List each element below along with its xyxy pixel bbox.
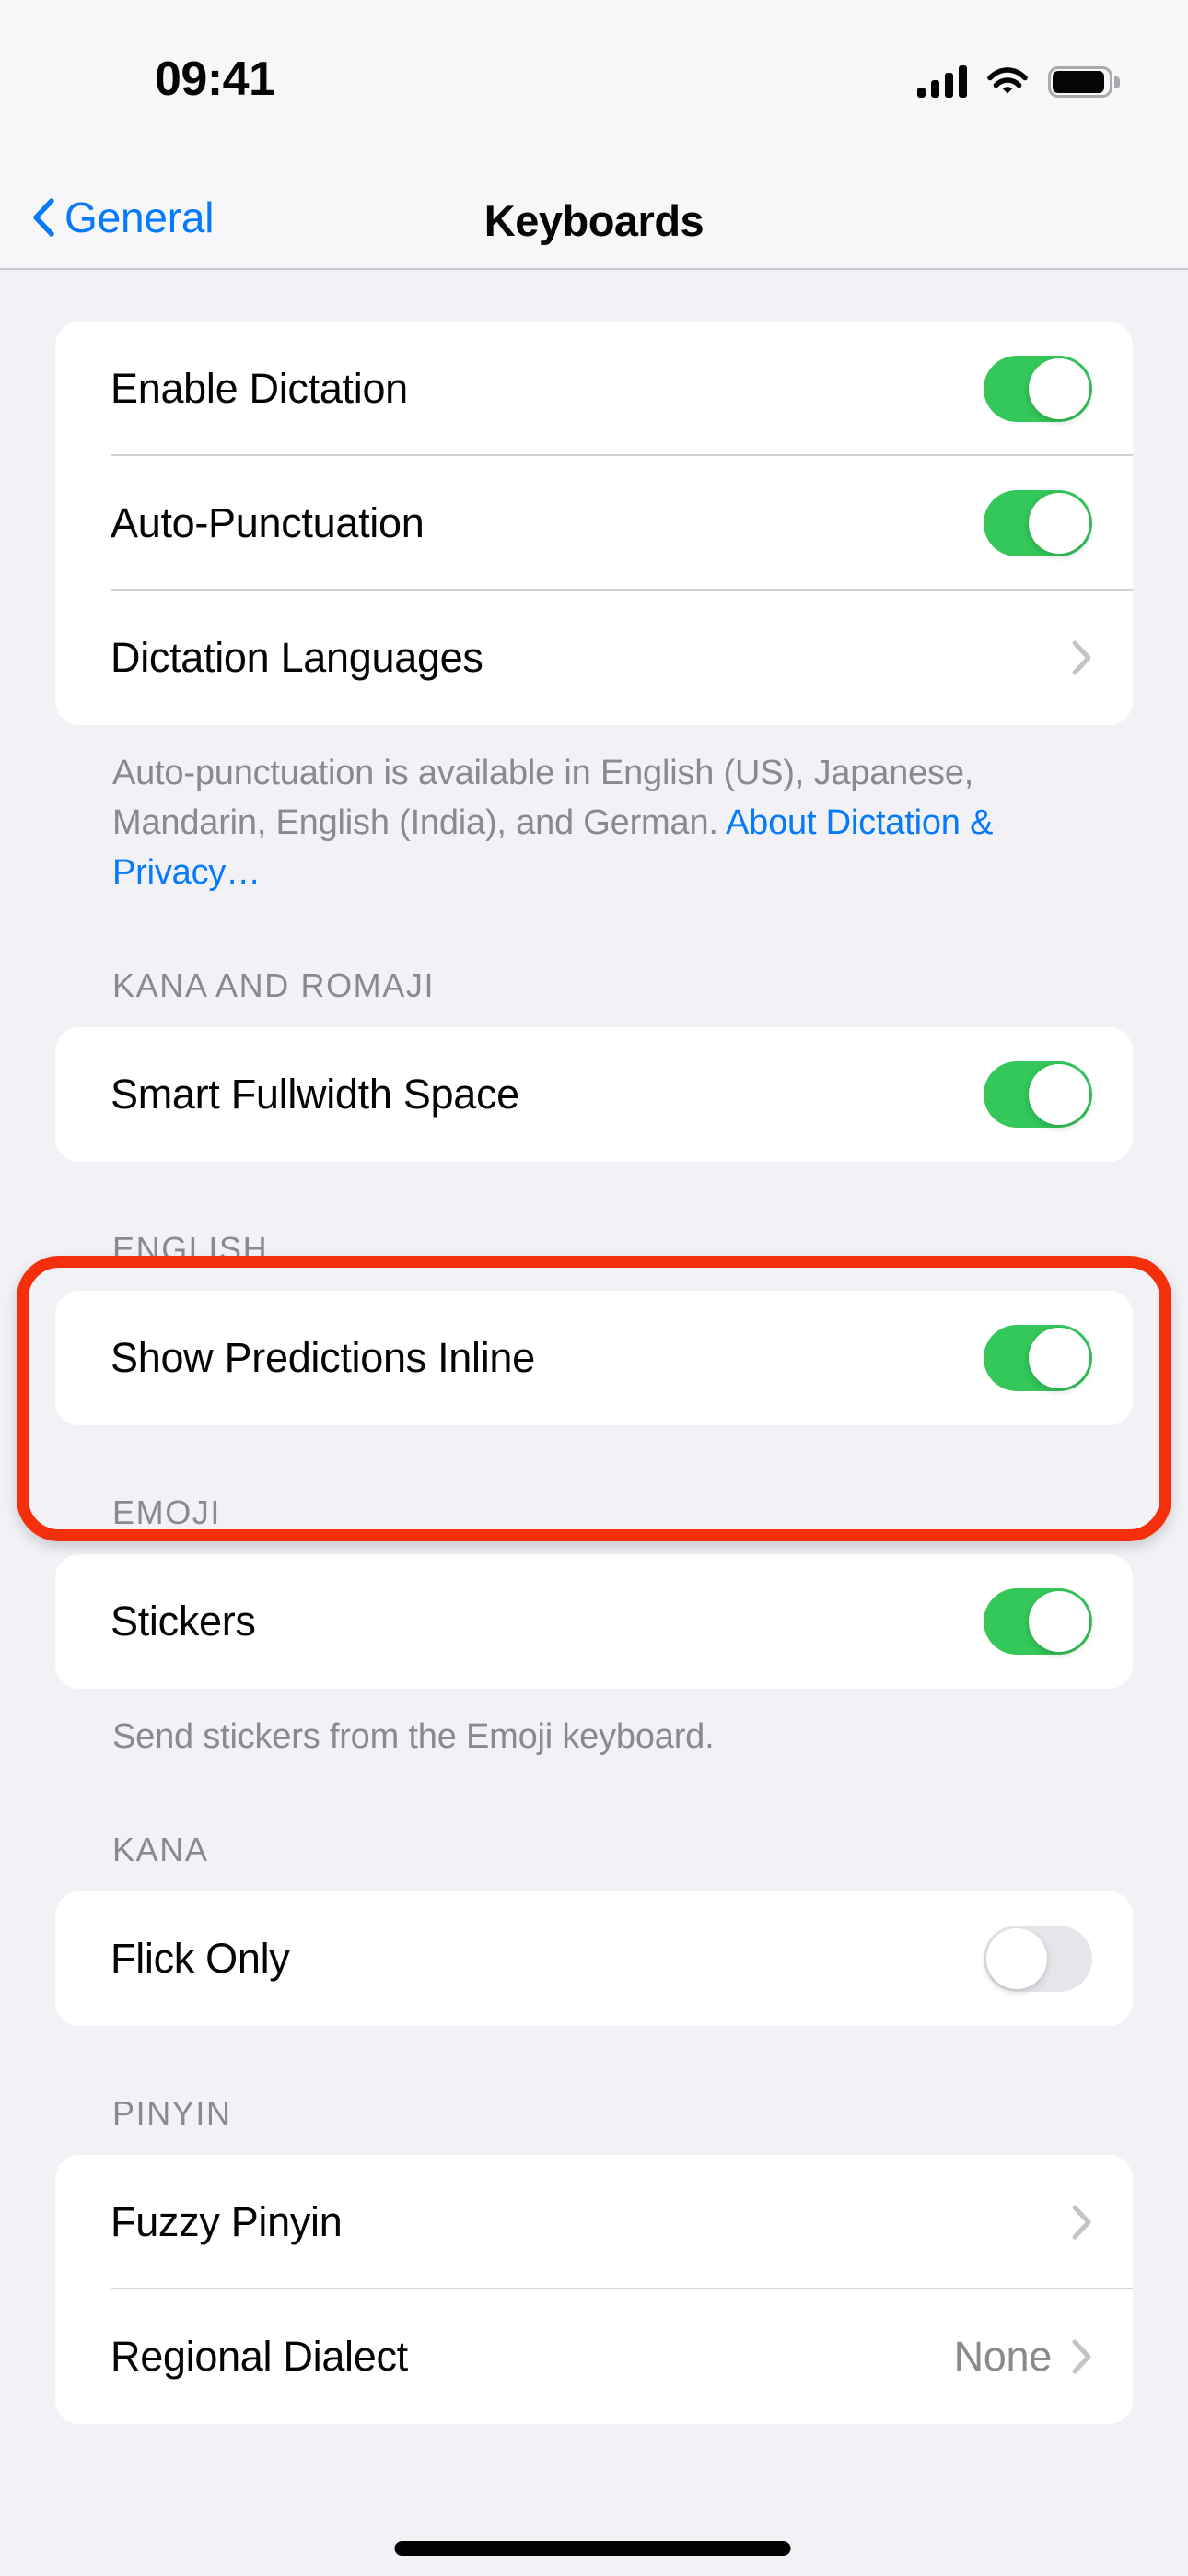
row-accessory	[1072, 640, 1092, 675]
section-emoji: Stickers	[55, 1553, 1133, 1689]
section-header-kana: KANA	[112, 1830, 209, 1868]
row-auto-punctuation[interactable]: Auto-Punctuation	[55, 456, 1133, 591]
chevron-right-icon	[1072, 640, 1092, 675]
chevron-right-icon	[1072, 2205, 1092, 2240]
row-regional-dialect[interactable]: Regional Dialect None	[55, 2289, 1133, 2424]
row-enable-dictation[interactable]: Enable Dictation	[55, 322, 1133, 456]
status-bar-indicators	[917, 57, 1120, 98]
section-header-pinyin: PINYIN	[112, 2093, 232, 2132]
row-stickers[interactable]: Stickers	[55, 1554, 1133, 1689]
section-dictation: Enable Dictation Auto-Punctuation Dictat…	[55, 322, 1133, 725]
section-header-english: ENGLISH	[112, 1229, 269, 1268]
row-accessory: None	[954, 2333, 1092, 2381]
wifi-icon	[987, 66, 1028, 98]
row-flick-only[interactable]: Flick Only	[55, 1891, 1133, 2026]
navigation-bar: General Keyboards	[0, 166, 1188, 270]
toggle-show-predictions-inline[interactable]	[984, 1324, 1092, 1391]
row-label: Fuzzy Pinyin	[111, 2197, 343, 2245]
battery-full-icon	[1048, 66, 1120, 98]
row-label: Flick Only	[111, 1934, 290, 1982]
cellular-bars-icon	[917, 65, 967, 98]
section-header-kana-and-romaji: KANA AND ROMAJI	[112, 966, 436, 1004]
status-bar: 09:41	[0, 0, 1188, 166]
row-label: Stickers	[111, 1597, 256, 1645]
row-accessory	[1072, 2205, 1092, 2240]
row-fuzzy-pinyin[interactable]: Fuzzy Pinyin	[55, 2155, 1133, 2289]
section-kana-and-romaji: Smart Fullwidth Space	[55, 1026, 1133, 1162]
row-label: Dictation Languages	[111, 634, 483, 681]
toggle-flick-only[interactable]	[984, 1925, 1092, 1992]
status-bar-time: 09:41	[155, 53, 275, 106]
row-label: Show Predictions Inline	[111, 1333, 535, 1381]
row-dictation-languages[interactable]: Dictation Languages	[55, 591, 1133, 725]
toggle-stickers[interactable]	[984, 1587, 1092, 1655]
section-header-emoji: EMOJI	[112, 1493, 222, 1531]
home-indicator	[394, 2541, 791, 2556]
toggle-auto-punctuation[interactable]	[984, 490, 1092, 556]
row-smart-fullwidth-space[interactable]: Smart Fullwidth Space	[55, 1027, 1133, 1162]
chevron-right-icon	[1072, 2339, 1092, 2374]
section-pinyin: Fuzzy Pinyin Regional Dialect None	[55, 2154, 1133, 2424]
row-show-predictions-inline[interactable]: Show Predictions Inline	[55, 1291, 1133, 1425]
row-value: None	[953, 2332, 1053, 2380]
row-label: Regional Dialect	[111, 2332, 408, 2380]
row-label: Enable Dictation	[111, 365, 408, 412]
page-title: Keyboards	[483, 196, 705, 245]
iphone-screen: 09:41 General Keyboards Enable Dictation…	[0, 0, 1188, 2576]
row-label: Smart Fullwidth Space	[111, 1070, 519, 1118]
footer-emoji: Send stickers from the Emoji keyboard.	[112, 1716, 715, 1756]
settings-list[interactable]: Enable Dictation Auto-Punctuation Dictat…	[0, 270, 1188, 2576]
footer-dictation: Auto-punctuation is available in English…	[0, 725, 1188, 898]
toggle-enable-dictation[interactable]	[984, 356, 1092, 422]
toggle-smart-fullwidth-space[interactable]	[984, 1060, 1092, 1128]
section-english: Show Predictions Inline	[55, 1290, 1133, 1425]
section-kana: Flick Only	[55, 1891, 1133, 2026]
row-label: Auto-Punctuation	[111, 499, 425, 546]
